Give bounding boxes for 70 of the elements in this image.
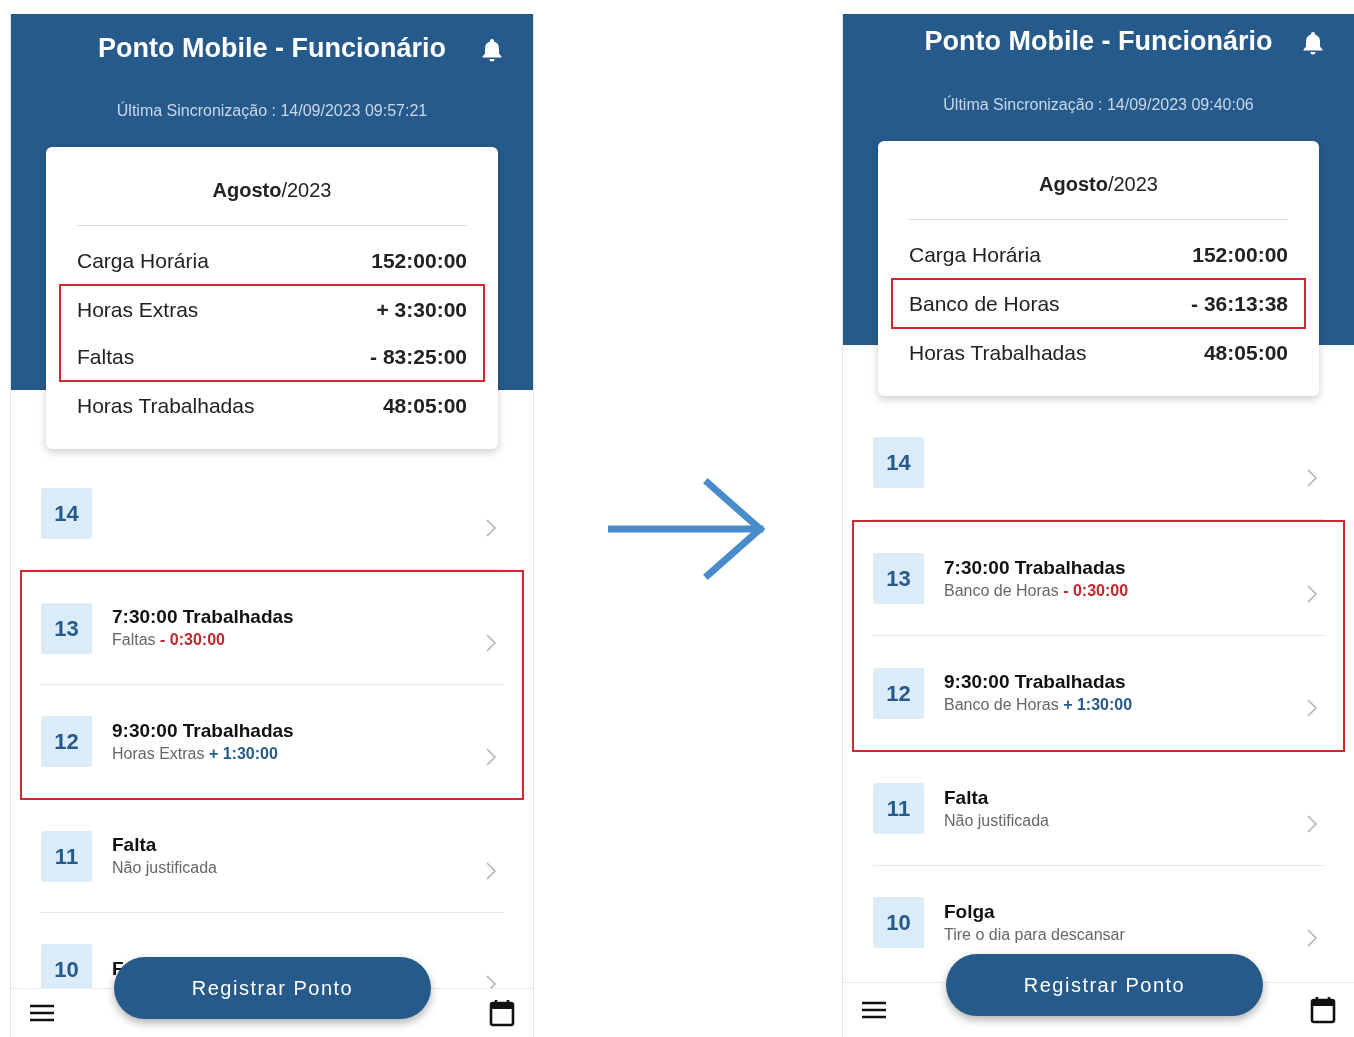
summary-value: 48:05:00 (1203, 339, 1288, 366)
day-detail: Faltas - 0:30:00 (112, 630, 225, 650)
summary-value: 48:05:00 (382, 392, 467, 419)
sync-status: Última Sincronização : 14/09/2023 09:57:21 (116, 100, 428, 121)
day-number: 13 (873, 553, 924, 604)
day-number: 11 (41, 830, 92, 882)
day-number: 10 (41, 943, 92, 988)
chevron-right-icon (485, 518, 497, 538)
day-title: 7:30:00 Trabalhadas (112, 605, 294, 629)
menu-icon[interactable] (29, 1004, 55, 1022)
summary-value: 152:00:00 (371, 247, 467, 274)
sync-status: Última Sincronização : 14/09/2023 09:40:06 (943, 94, 1254, 115)
day-title: 9:30:00 Trabalhadas (112, 718, 294, 743)
summary-label: Faltas (77, 343, 135, 370)
day-number: 12 (873, 667, 924, 719)
day-number: 13 (41, 602, 92, 654)
chevron-right-icon (1306, 467, 1318, 488)
summary-value: + 3:30:00 (376, 296, 467, 323)
day-detail: Não justificada (944, 810, 1049, 831)
day-row[interactable]: 12 9:30:00 Trabalhadas Banco de Horas + 1:30:00 (873, 636, 1324, 750)
day-detail: Tire o dia para descansar (944, 924, 1125, 945)
chevron-right-icon (1306, 583, 1318, 604)
day-row[interactable]: 12 9:30:00 Trabalhadas Horas Extras + 1:30:00 (41, 685, 503, 798)
chevron-right-icon (485, 974, 497, 988)
day-number: 12 (41, 716, 92, 767)
day-row[interactable]: 14 (41, 457, 503, 570)
day-number: 11 (873, 783, 924, 834)
app-title: Ponto Mobile - Funcionário (98, 32, 446, 65)
summary-label: Horas Extras (77, 296, 199, 323)
chevron-right-icon (1306, 927, 1318, 948)
day-title: 9:30:00 Trabalhadas (944, 670, 1126, 694)
app-title: Ponto Mobile - Funcionário (924, 25, 1273, 58)
summary-label: Horas Trabalhadas (909, 339, 1087, 366)
summary-label: Carga Horária (909, 241, 1041, 268)
month-label: Agosto/2023 (77, 177, 467, 226)
day-title: Falta (112, 833, 157, 857)
chevron-right-icon (1306, 698, 1318, 718)
summary-label: Carga Horária (77, 247, 209, 274)
day-number: 10 (873, 897, 924, 948)
day-title: Folga (944, 899, 995, 924)
day-row[interactable]: 14 (873, 406, 1324, 520)
menu-icon[interactable] (861, 1001, 887, 1019)
day-row[interactable]: 13 7:30:00 Trabalhadas Faltas - 0:30:00 (41, 572, 503, 685)
day-detail: Banco de Horas + 1:30:00 (944, 695, 1133, 715)
day-number: 14 (41, 487, 92, 539)
chevron-right-icon (485, 746, 497, 767)
month-label: Agosto/2023 (909, 171, 1288, 220)
summary-label: Horas Trabalhadas (77, 392, 255, 419)
day-row[interactable]: 13 7:30:00 Trabalhadas Banco de Horas - 0:30:00 (873, 522, 1324, 636)
summary-value: 152:00:00 (1192, 241, 1288, 268)
day-detail: Horas Extras + 1:30:00 (112, 743, 278, 764)
day-detail: Não justificada (112, 858, 217, 878)
day-title: F (112, 957, 124, 981)
chevron-right-icon (1306, 813, 1318, 834)
bell-icon[interactable] (481, 38, 503, 62)
day-row[interactable]: 11 Falta Não justificada (41, 800, 503, 913)
chevron-right-icon (485, 861, 497, 881)
summary-label: Banco de Horas (909, 290, 1060, 317)
bell-icon[interactable] (1302, 31, 1324, 55)
day-title: Falta (944, 785, 989, 810)
calendar-icon[interactable] (1310, 996, 1336, 1024)
day-detail: Banco de Horas - 0:30:00 (944, 580, 1129, 601)
day-number: 14 (873, 437, 924, 488)
day-row[interactable]: 11 Falta Não justificada (873, 752, 1324, 866)
register-button[interactable]: Registrar Ponto (946, 954, 1263, 1016)
day-title: 7:30:00 Trabalhadas (944, 555, 1126, 580)
chevron-right-icon (485, 633, 497, 653)
summary-value: - 36:13:38 (1191, 290, 1288, 317)
summary-value: - 83:25:00 (370, 343, 467, 370)
calendar-icon[interactable] (489, 999, 515, 1027)
